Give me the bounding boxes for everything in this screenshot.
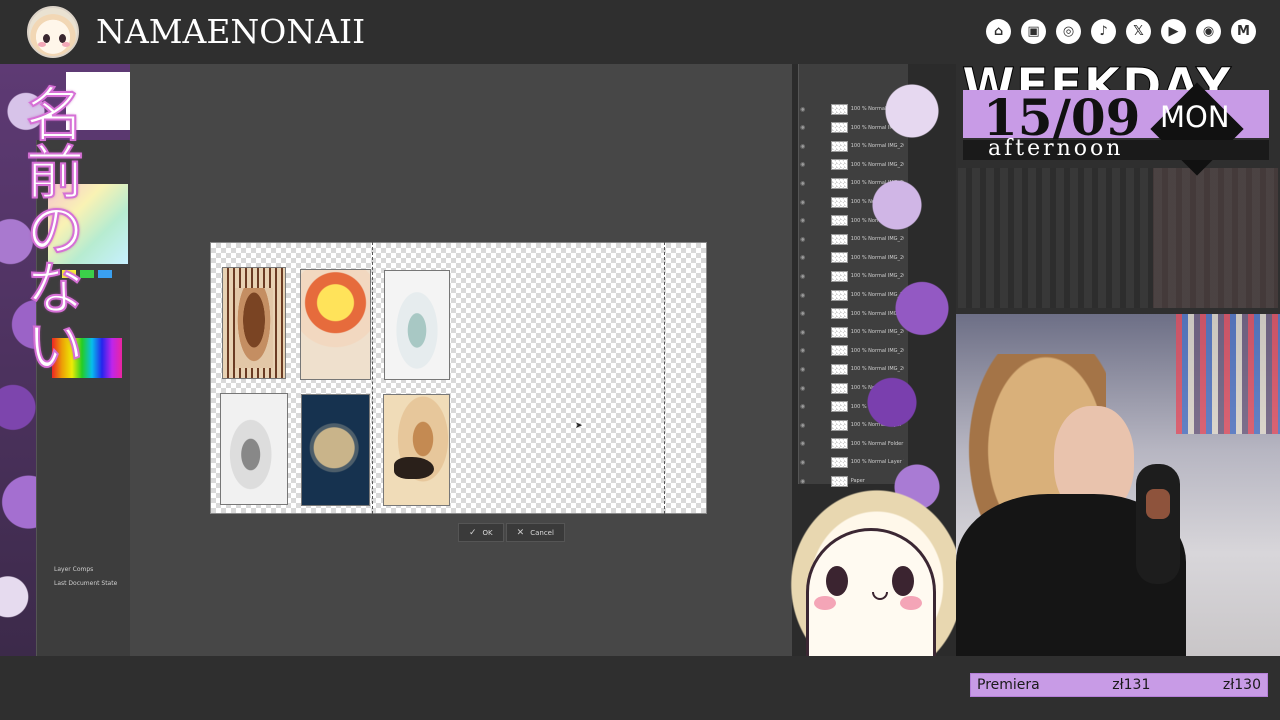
eye-icon[interactable]: ◉	[800, 143, 808, 150]
eye-icon[interactable]: ◉	[800, 385, 808, 392]
webcam-feed	[956, 314, 1280, 656]
instagram-icon[interactable]: ◎	[1056, 19, 1081, 44]
eye-icon[interactable]: ◉	[800, 422, 808, 429]
eye-icon[interactable]: ◉	[800, 459, 808, 466]
schedule-time-of-day: afternoon	[988, 136, 1124, 161]
artwork-photo-6[interactable]	[383, 394, 450, 506]
layer-thumbnail	[830, 252, 848, 264]
artwork-photo-1[interactable]	[222, 267, 286, 379]
artwork-photo-2[interactable]	[300, 269, 371, 380]
cancel-button[interactable]: ✕ Cancel	[505, 523, 565, 542]
layer-thumbnail	[830, 345, 848, 357]
youtube-icon[interactable]: ▶	[1161, 19, 1186, 44]
selection-guide-left	[372, 242, 373, 514]
schedule-day: MON	[1160, 100, 1230, 134]
layer-thumbnail	[830, 326, 848, 338]
eye-icon[interactable]: ◉	[800, 366, 808, 373]
channel-avatar	[27, 6, 79, 58]
eye-icon[interactable]: ◉	[800, 124, 808, 131]
eye-icon[interactable]: ◉	[800, 236, 808, 243]
layer-thumbnail	[830, 308, 848, 320]
close-icon: ✕	[516, 527, 525, 538]
eye-icon[interactable]: ◉	[800, 254, 808, 261]
layer-thumbnail	[830, 159, 848, 171]
stream-header: NAMAENONAII ⌂ ▣ ◎ ♪ 𝕏 ▶ ◉ M	[0, 0, 1280, 64]
layer-thumbnail	[830, 233, 848, 245]
layer-thumbnail	[830, 122, 848, 134]
eye-icon[interactable]: ◉	[800, 161, 808, 168]
layer-comps-label: Layer Comps	[54, 566, 94, 573]
eye-icon[interactable]: ◉	[800, 273, 808, 280]
cancel-label: Cancel	[530, 528, 554, 537]
vertical-japanese-title: 名前のない	[15, 83, 85, 375]
selection-guide-right	[664, 242, 665, 514]
ticker-label: Premiera	[977, 677, 1040, 693]
artwork-photo-3[interactable]	[384, 270, 450, 380]
streamlabs-icon[interactable]: ⌂	[986, 19, 1011, 44]
eye-icon[interactable]: ◉	[800, 217, 808, 224]
ticker-price-b: zł130	[1222, 677, 1261, 693]
check-icon: ✓	[469, 527, 477, 538]
gmail-icon[interactable]: M	[1231, 19, 1256, 44]
ok-label: OK	[482, 528, 493, 537]
eye-icon[interactable]: ◉	[800, 329, 808, 336]
transform-dialog-buttons: ✓ OK ✕ Cancel	[458, 523, 565, 542]
blurred-background-app	[958, 168, 1278, 308]
tiktok-icon[interactable]: ♪	[1091, 19, 1116, 44]
layer-thumbnail	[830, 177, 848, 189]
last-document-state[interactable]: Last Document State	[54, 580, 117, 587]
layer-thumbnail	[830, 196, 848, 208]
ticker-price-a: zł131	[1112, 677, 1151, 693]
layer-thumbnail	[830, 140, 848, 152]
eye-icon[interactable]: ◉	[800, 403, 808, 410]
eye-icon[interactable]: ◉	[800, 106, 808, 113]
channel-name: NAMAENONAII	[96, 12, 366, 51]
eye-icon[interactable]: ◉	[800, 440, 808, 447]
mouse-cursor-icon: ➤	[575, 421, 583, 431]
social-links: ⌂ ▣ ◎ ♪ 𝕏 ▶ ◉ M	[986, 19, 1256, 44]
layer-thumbnail	[830, 103, 848, 115]
layer-thumbnail	[830, 438, 848, 450]
eye-icon[interactable]: ◉	[800, 180, 808, 187]
eye-icon[interactable]: ◉	[800, 199, 808, 206]
eye-icon[interactable]: ◉	[800, 310, 808, 317]
x-icon[interactable]: 𝕏	[1126, 19, 1151, 44]
ok-button[interactable]: ✓ OK	[458, 523, 504, 542]
twitch-icon[interactable]: ▣	[1021, 19, 1046, 44]
layer-thumbnail	[830, 289, 848, 301]
layer-thumbnail	[830, 419, 848, 431]
artwork-photo-5[interactable]	[301, 394, 370, 506]
artwork-photo-4[interactable]	[220, 393, 288, 505]
eye-icon[interactable]: ◉	[800, 347, 808, 354]
mascot-character	[780, 478, 956, 656]
price-ticker: Premiera zł131 zł130	[970, 673, 1268, 697]
layer-thumbnail	[830, 456, 848, 468]
layer-thumbnail	[830, 270, 848, 282]
layer-thumbnail	[830, 363, 848, 375]
layer-thumbnail	[830, 382, 848, 394]
layer-thumbnail	[830, 215, 848, 227]
layer-thumbnail	[830, 401, 848, 413]
lilac-decoration-right	[852, 64, 952, 534]
eye-icon[interactable]: ◉	[800, 292, 808, 299]
discord-icon[interactable]: ◉	[1196, 19, 1221, 44]
